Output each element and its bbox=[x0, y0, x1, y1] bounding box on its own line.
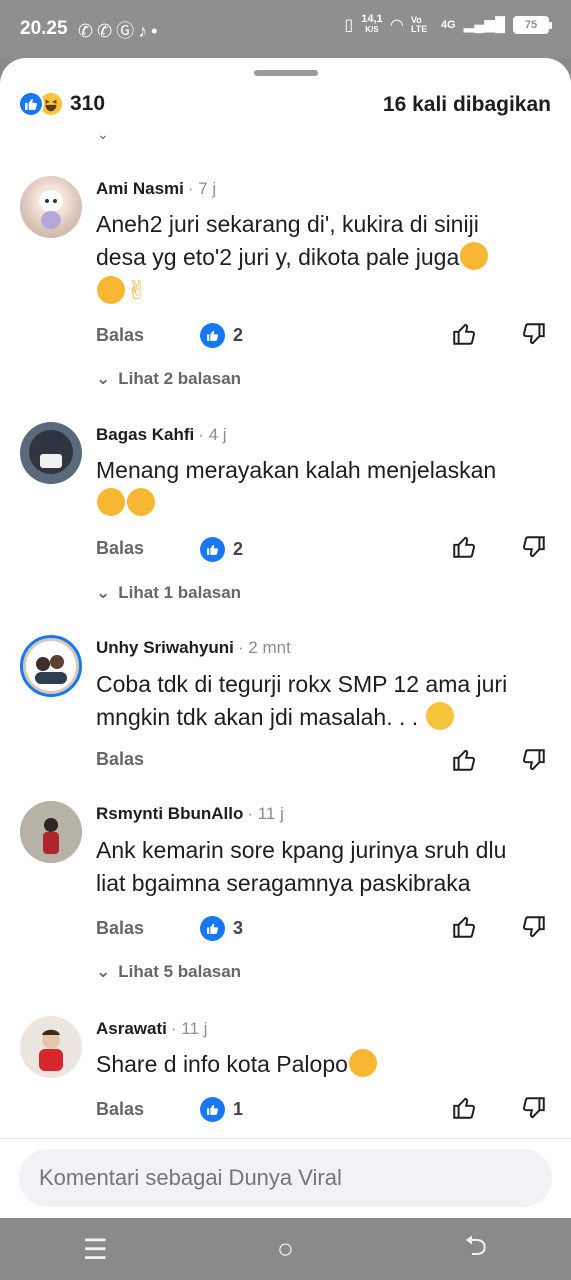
comment-time: · 11 j bbox=[170, 1019, 208, 1038]
thumb-down-icon[interactable] bbox=[521, 321, 547, 347]
rofl-emoji-icon bbox=[127, 488, 155, 516]
chevron-down-icon: ⌄ bbox=[96, 369, 111, 388]
avatar[interactable] bbox=[20, 422, 82, 484]
victory-hand-icon: ✌ bbox=[126, 275, 148, 305]
vibrate-icon: ▯ bbox=[344, 16, 354, 34]
thumb-down-icon[interactable] bbox=[521, 747, 547, 773]
reaction-count: 310 bbox=[70, 92, 106, 115]
like-count[interactable]: 2 bbox=[200, 323, 243, 348]
thumb-down-icon[interactable] bbox=[521, 914, 547, 940]
commenter-name[interactable]: Bagas Kahfi · 4 j bbox=[96, 425, 227, 445]
avatar[interactable] bbox=[20, 176, 82, 238]
view-replies-link[interactable]: ⌄ Lihat 5 balasan bbox=[96, 962, 241, 982]
hugging-emoji-icon bbox=[425, 702, 454, 730]
battery-icon: 75 bbox=[513, 15, 552, 34]
like-icon bbox=[200, 916, 225, 941]
thumb-up-icon[interactable] bbox=[451, 747, 477, 773]
comments-sheet: 310 16 kali dibagikan ⌄ Ami Nasmi · 7 j A… bbox=[0, 58, 571, 1218]
reply-button[interactable]: Balas bbox=[96, 325, 144, 346]
comment-text: Menang merayakan kalah menjelaskan bbox=[96, 454, 556, 520]
commenter-name[interactable]: Unhy Sriwahyuni · 2 mnt bbox=[96, 638, 291, 658]
wifi-icon: ◠ bbox=[390, 16, 403, 34]
rofl-emoji-icon bbox=[97, 276, 125, 304]
thumb-up-icon[interactable] bbox=[451, 1095, 477, 1121]
chevron-down-icon: ⌄ bbox=[96, 962, 111, 981]
like-count[interactable]: 1 bbox=[200, 1097, 243, 1122]
rofl-emoji-icon bbox=[97, 488, 125, 516]
comment-text: Ank kemarin sore kpang jurinya sruh dlu … bbox=[96, 837, 507, 896]
composer-divider bbox=[0, 1138, 571, 1139]
status-right: ▯ 14,1 K/S ◠ Vo LTE 4G ▂▄▆█ 75 bbox=[344, 13, 552, 35]
share-count[interactable]: 16 kali dibagikan bbox=[383, 93, 551, 117]
avatar[interactable] bbox=[20, 801, 82, 863]
commenter-name[interactable]: Asrawati · 11 j bbox=[96, 1019, 207, 1039]
status-bar: 20.25 ✆✆Ⓖ♪• ▯ 14,1 K/S ◠ Vo LTE 4G ▂▄▆█ … bbox=[0, 0, 571, 58]
volte-label: Vo LTE bbox=[410, 14, 428, 34]
comment-time: · 2 mnt bbox=[237, 638, 291, 657]
thumb-up-icon[interactable] bbox=[451, 914, 477, 940]
menu-icon[interactable]: ☰ bbox=[65, 1224, 125, 1274]
like-reaction-icon bbox=[18, 91, 44, 117]
network-speed: 14,1 K/S bbox=[361, 13, 383, 35]
comment-input[interactable] bbox=[19, 1149, 552, 1207]
like-icon bbox=[200, 1097, 225, 1122]
reply-button[interactable]: Balas bbox=[96, 918, 144, 939]
avatar[interactable] bbox=[20, 1016, 82, 1078]
reply-button[interactable]: Balas bbox=[96, 538, 144, 559]
comment-text: Aneh2 juri sekarang di', kukira di sinij… bbox=[96, 208, 556, 308]
chevron-down-icon[interactable]: ⌄ bbox=[97, 126, 109, 143]
status-time: 20.25 bbox=[20, 18, 68, 39]
commenter-name[interactable]: Ami Nasmi · 7 j bbox=[96, 179, 216, 199]
chevron-down-icon: ⌄ bbox=[96, 583, 111, 602]
thumb-down-icon[interactable] bbox=[521, 1095, 547, 1121]
comment-time: · 11 j bbox=[247, 804, 284, 823]
back-icon[interactable]: ⮌ bbox=[446, 1224, 506, 1274]
sheet-drag-handle[interactable] bbox=[254, 70, 318, 76]
like-icon bbox=[200, 323, 225, 348]
thumb-down-icon[interactable] bbox=[521, 534, 547, 560]
reactions-summary[interactable]: 310 bbox=[18, 91, 105, 117]
notification-icons: ✆✆Ⓖ♪• bbox=[78, 21, 162, 41]
comment-text: Coba tdk di tegurji rokx SMP 12 ama juri… bbox=[96, 671, 508, 730]
system-nav-bar: ☰ ○ ⮌ bbox=[0, 1218, 571, 1280]
view-replies-link[interactable]: ⌄ Lihat 2 balasan bbox=[96, 369, 241, 389]
rofl-emoji-icon bbox=[348, 1049, 377, 1077]
reply-button[interactable]: Balas bbox=[96, 749, 144, 770]
comment-text: Share d info kota Palopo bbox=[96, 1048, 556, 1081]
commenter-name[interactable]: Rsmynti BbunAllo · 11 j bbox=[96, 804, 284, 824]
like-icon bbox=[200, 537, 225, 562]
comment-time: · 4 j bbox=[198, 425, 227, 444]
like-count[interactable]: 3 bbox=[200, 916, 243, 941]
signal-icon: ▂▄▆█ bbox=[463, 16, 505, 32]
thumb-up-icon[interactable] bbox=[451, 534, 477, 560]
reply-button[interactable]: Balas bbox=[96, 1099, 144, 1120]
network-type: 4G bbox=[440, 18, 456, 31]
thumb-up-icon[interactable] bbox=[451, 321, 477, 347]
like-count[interactable]: 2 bbox=[200, 537, 243, 562]
home-icon[interactable]: ○ bbox=[255, 1224, 315, 1274]
comment-time: · 7 j bbox=[187, 179, 217, 198]
view-replies-link[interactable]: ⌄ Lihat 1 balasan bbox=[96, 583, 241, 603]
avatar[interactable] bbox=[20, 635, 82, 697]
rofl-emoji-icon bbox=[460, 242, 489, 270]
